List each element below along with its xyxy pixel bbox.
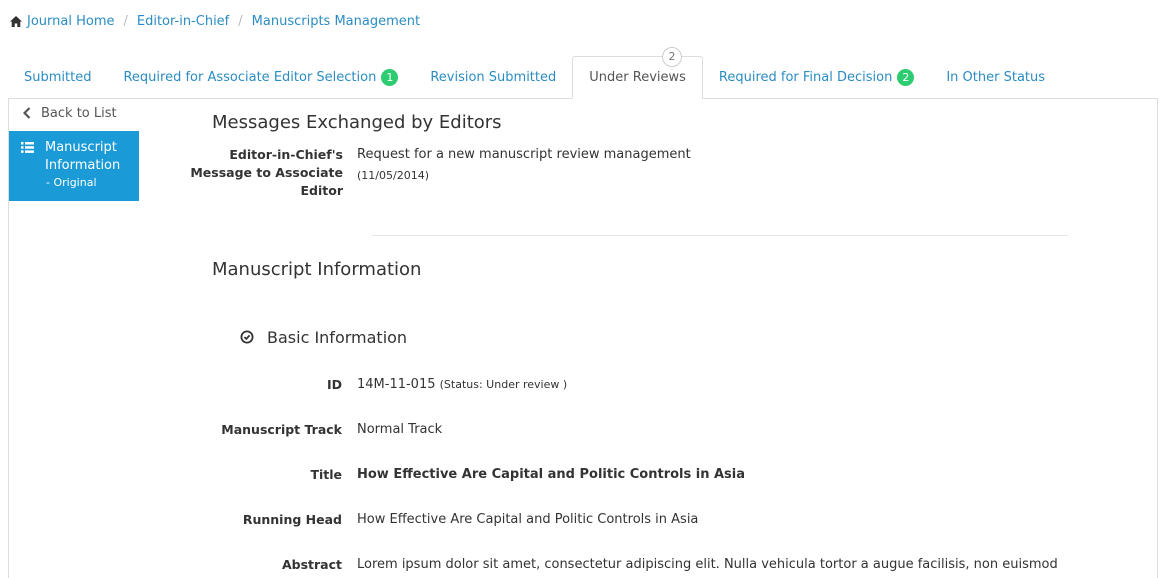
- sidebar-item-manuscript-information[interactable]: Manuscript Information - Original: [9, 131, 139, 201]
- tab-submitted[interactable]: Submitted: [8, 56, 107, 98]
- id-status: (Status: Under review ): [439, 378, 568, 391]
- basic-information-label: Basic Information: [267, 327, 408, 347]
- count-badge: 1: [381, 68, 399, 86]
- tab-revision-submitted[interactable]: Revision Submitted: [414, 56, 572, 98]
- abstract-value: Lorem ipsum dolor sit amet, consectetur …: [357, 557, 1058, 572]
- id-value: 14M-11-015: [357, 377, 436, 392]
- breadcrumb-separator: /: [238, 13, 243, 29]
- title-label: Title: [310, 467, 342, 482]
- tab-required-associate-editor-selection[interactable]: Required for Associate Editor Selection …: [107, 56, 414, 98]
- eic-message-text: Request for a new manuscript review mana…: [357, 147, 691, 162]
- tab-in-other-status[interactable]: In Other Status: [930, 56, 1061, 98]
- id-value-line: 14M-11-015 (Status: Under review ): [357, 376, 567, 394]
- section-divider: [372, 235, 1068, 236]
- manuscript-section-title: Manuscript Information: [212, 259, 422, 280]
- eic-message-date: (11/05/2014): [357, 169, 429, 182]
- breadcrumb-journal-home[interactable]: Journal Home: [27, 14, 114, 29]
- sidebar-item-label: Manuscript Information: [45, 140, 121, 173]
- breadcrumb: Journal Home / Editor-in-Chief / Manuscr…: [10, 12, 420, 30]
- manuscript-track-label: Manuscript Track: [221, 422, 342, 437]
- tab-label: Revision Submitted: [430, 69, 557, 85]
- running-head-value: How Effective Are Capital and Politic Co…: [357, 512, 699, 527]
- tab-panel: Back to List Manuscript Information - Or…: [8, 98, 1158, 578]
- tab-label: In Other Status: [946, 69, 1046, 85]
- under-reviews-count-badge: 2: [662, 47, 682, 67]
- tab-bar: Submitted Required for Associate Editor …: [8, 56, 1158, 99]
- back-to-list-label: Back to List: [41, 105, 117, 121]
- count-badge: 2: [897, 68, 915, 86]
- eic-message-label: Editor-in-Chief's Message to Associate E…: [190, 147, 343, 198]
- breadcrumb-separator: /: [123, 13, 128, 29]
- home-icon: [10, 15, 22, 27]
- breadcrumb-editor-in-chief[interactable]: Editor-in-Chief: [137, 14, 229, 29]
- list-icon: [21, 142, 34, 153]
- breadcrumb-manuscripts-management[interactable]: Manuscripts Management: [252, 14, 420, 29]
- messages-section-title: Messages Exchanged by Editors: [212, 112, 502, 133]
- tab-label: Required for Final Decision: [718, 69, 893, 85]
- tab-under-reviews[interactable]: Under Reviews: [572, 56, 703, 99]
- back-to-list-link[interactable]: Back to List: [23, 104, 117, 122]
- title-value: How Effective Are Capital and Politic Co…: [357, 467, 746, 482]
- tab-label: Submitted: [24, 69, 92, 85]
- sidebar-item-sublabel: - Original: [46, 176, 97, 189]
- tab-label: Required for Associate Editor Selection: [123, 69, 377, 85]
- check-circle-icon: [240, 330, 254, 344]
- running-head-label: Running Head: [242, 512, 342, 527]
- id-label: ID: [326, 377, 342, 392]
- chevron-left-icon: [23, 107, 31, 119]
- tab-required-final-decision[interactable]: Required for Final Decision 2: [703, 56, 930, 98]
- manuscript-track-value: Normal Track: [357, 422, 443, 437]
- abstract-label: Abstract: [281, 557, 342, 572]
- tab-label: Under Reviews: [589, 70, 686, 85]
- basic-information-heading[interactable]: Basic Information: [240, 327, 407, 347]
